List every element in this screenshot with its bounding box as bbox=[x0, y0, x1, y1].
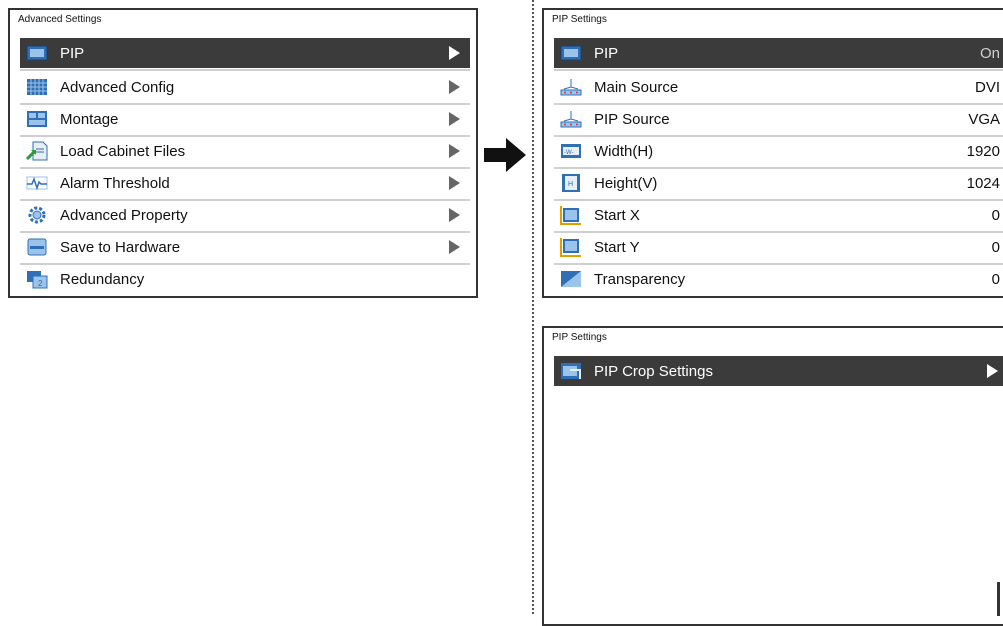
menu-item-alarm-threshold[interactable]: Alarm Threshold bbox=[20, 168, 470, 198]
advanced-settings-panel: Advanced Settings PIP Advanced Config Mo… bbox=[8, 8, 478, 298]
svg-text:-W-: -W- bbox=[564, 150, 574, 156]
divider bbox=[20, 69, 470, 71]
start-x-icon bbox=[560, 206, 581, 225]
redundancy-icon: 2 bbox=[27, 271, 48, 289]
menu-item-pip-source[interactable]: PIP Source VGA bbox=[554, 104, 1003, 134]
menu-item-height[interactable]: H Height(V) 1024 bbox=[554, 168, 1003, 198]
menu-item-pip[interactable]: PIP bbox=[20, 38, 470, 68]
crop-icon bbox=[561, 363, 581, 379]
height-icon: H bbox=[562, 174, 580, 192]
pip-icon bbox=[560, 45, 582, 61]
menu-item-label: PIP Source bbox=[594, 111, 670, 128]
chevron-right-icon bbox=[449, 144, 460, 158]
menu-item-label: Save to Hardware bbox=[60, 239, 181, 256]
menu-item-label: Width(H) bbox=[594, 143, 654, 160]
menu-item-label: Advanced Config bbox=[60, 79, 175, 96]
menu-item-label: Start X bbox=[594, 207, 640, 224]
source-icon bbox=[560, 111, 582, 128]
menu-item-start-x[interactable]: Start X 0 bbox=[554, 200, 1003, 230]
menu-item-advanced-property[interactable]: Advanced Property bbox=[20, 200, 470, 230]
chevron-right-icon bbox=[449, 80, 460, 94]
gear-icon bbox=[28, 206, 46, 224]
pip-crop-settings-panel: PIP Settings PIP Crop Settings bbox=[542, 326, 1003, 626]
grid-config-icon bbox=[27, 79, 47, 95]
pip-status-value: On bbox=[979, 45, 1000, 62]
pip-source-value: VGA bbox=[968, 111, 1000, 128]
menu-item-start-y[interactable]: Start Y 0 bbox=[554, 232, 1003, 262]
menu-item-label: Height(V) bbox=[594, 175, 658, 192]
start-y-icon bbox=[560, 238, 581, 257]
menu-item-save-to-hardware[interactable]: Save to Hardware bbox=[20, 232, 470, 262]
dotted-separator bbox=[532, 0, 534, 614]
save-hardware-icon bbox=[27, 238, 47, 256]
menu-item-redundancy[interactable]: 2 Redundancy bbox=[20, 264, 470, 294]
width-icon: -W- bbox=[561, 144, 581, 158]
menu-item-label: Start Y bbox=[594, 239, 640, 256]
height-value: 1024 bbox=[966, 175, 1000, 192]
panel-title: PIP Settings bbox=[552, 332, 607, 343]
menu-item-label: PIP Crop Settings bbox=[594, 363, 713, 380]
main-source-value: DVI bbox=[974, 79, 1000, 96]
menu-item-label: PIP bbox=[60, 45, 85, 62]
width-value: 1920 bbox=[966, 143, 1000, 160]
montage-icon bbox=[27, 111, 47, 127]
menu-item-label: Advanced Property bbox=[60, 207, 188, 224]
pip-icon bbox=[26, 45, 48, 61]
menu-item-advanced-config[interactable]: Advanced Config bbox=[20, 72, 470, 102]
start-y-value: 0 bbox=[991, 239, 1000, 256]
chevron-right-icon bbox=[449, 208, 460, 222]
alarm-waveform-icon bbox=[26, 176, 48, 191]
chevron-right-icon bbox=[987, 364, 998, 378]
scrollbar[interactable] bbox=[997, 582, 1000, 616]
menu-item-label: Load Cabinet Files bbox=[60, 143, 186, 160]
menu-item-pip-crop-settings[interactable]: PIP Crop Settings bbox=[554, 356, 1003, 386]
menu-item-transparency[interactable]: Transparency 0 bbox=[554, 264, 1003, 294]
panel-title: PIP Settings bbox=[552, 14, 607, 25]
menu-item-label: Main Source bbox=[594, 79, 679, 96]
chevron-right-icon bbox=[449, 176, 460, 190]
load-file-icon bbox=[26, 141, 48, 161]
menu-item-load-cabinet-files[interactable]: Load Cabinet Files bbox=[20, 136, 470, 166]
menu-item-label: Alarm Threshold bbox=[60, 175, 170, 192]
menu-item-montage[interactable]: Montage bbox=[20, 104, 470, 134]
transparency-value: 0 bbox=[991, 271, 1000, 288]
start-x-value: 0 bbox=[991, 207, 1000, 224]
pip-settings-panel: PIP Settings PIP On Main Source DVI PIP … bbox=[542, 8, 1003, 298]
svg-text:H: H bbox=[568, 181, 573, 188]
source-icon bbox=[560, 79, 582, 96]
divider bbox=[554, 69, 1003, 71]
chevron-right-icon bbox=[449, 112, 460, 126]
transparency-icon bbox=[561, 271, 581, 287]
menu-item-main-source[interactable]: Main Source DVI bbox=[554, 72, 1003, 102]
menu-item-label: Redundancy bbox=[60, 271, 145, 288]
menu-item-width[interactable]: -W- Width(H) 1920 bbox=[554, 136, 1003, 166]
arrow-right-icon bbox=[484, 138, 526, 172]
menu-item-label: Montage bbox=[60, 111, 119, 128]
chevron-right-icon bbox=[449, 240, 460, 254]
menu-item-pip-toggle[interactable]: PIP On bbox=[554, 38, 1003, 68]
menu-item-label: Transparency bbox=[594, 271, 686, 288]
chevron-right-icon bbox=[449, 46, 460, 60]
svg-text:2: 2 bbox=[38, 279, 43, 288]
panel-title: Advanced Settings bbox=[18, 14, 102, 25]
menu-item-label: PIP bbox=[594, 45, 619, 62]
